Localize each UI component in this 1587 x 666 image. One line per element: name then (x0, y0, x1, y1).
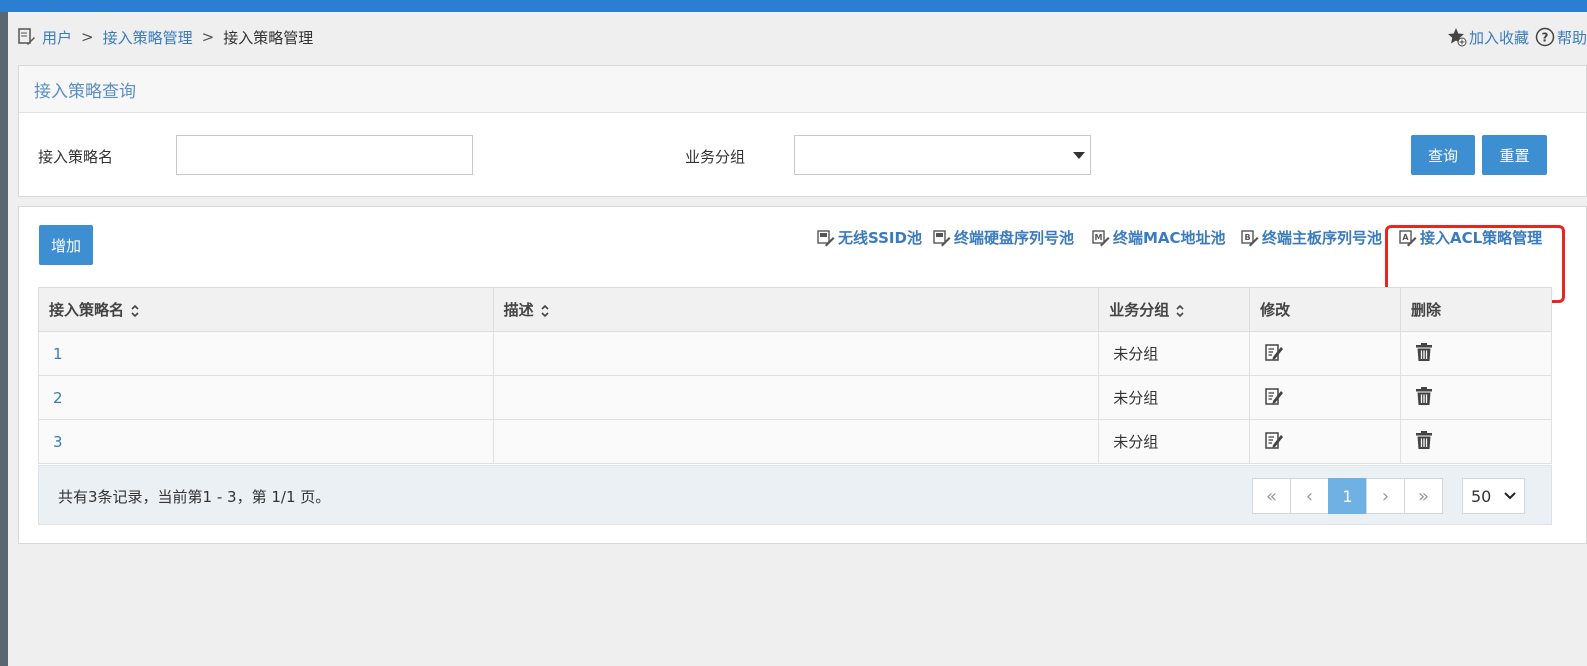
policy-name-link[interactable]: 2 (53, 389, 63, 407)
page-icon (18, 28, 36, 46)
edit-icon[interactable] (1264, 430, 1284, 450)
delete-cell (1400, 375, 1552, 420)
disk-serial-pool-label: 终端硬盘序列号池 (954, 229, 1075, 247)
add-button[interactable]: 增加 (39, 225, 93, 265)
group-cell: 未分组 (1098, 331, 1251, 376)
trash-icon[interactable] (1415, 342, 1433, 362)
reset-button[interactable]: 重置 (1482, 135, 1547, 175)
help-link[interactable]: ? 帮助 (1535, 27, 1587, 48)
sort-icon (541, 304, 549, 317)
table-row: 3 未分组 (38, 419, 1552, 464)
col-description[interactable]: 描述 (492, 287, 1100, 332)
star-icon (1447, 28, 1467, 47)
query-panel-title: 接入策略查询 (34, 81, 136, 102)
edit-icon[interactable] (1264, 342, 1284, 362)
disk-serial-pool-icon (933, 229, 953, 247)
edit-cell (1249, 331, 1402, 376)
policy-name-cell: 1 (38, 331, 494, 376)
delete-cell (1400, 331, 1552, 376)
board-serial-pool-label: 终端主板序列号池 (1262, 229, 1383, 247)
group-cell: 未分组 (1098, 375, 1251, 420)
edit-cell (1249, 375, 1402, 420)
ssid-pool-icon (817, 229, 837, 247)
ssid-pool-link[interactable]: 无线SSID池 (817, 227, 922, 248)
svg-text:?: ? (1542, 31, 1549, 45)
table-header-row: 接入策略名 描述 业务分组 修改 删除 (38, 287, 1552, 332)
group-select[interactable] (794, 135, 1091, 175)
col-delete: 删除 (1400, 287, 1552, 332)
breadcrumb-policy[interactable]: 接入策略管理 (103, 27, 193, 48)
left-strip (0, 12, 8, 666)
first-page-button[interactable]: « (1252, 478, 1291, 514)
record-info: 共有3条记录，当前第1 - 3，第 1/1 页。 (58, 488, 331, 506)
description-cell (492, 331, 1100, 376)
breadcrumb-current: 接入策略管理 (223, 28, 314, 47)
col-delete-label: 删除 (1411, 301, 1442, 319)
table-row: 1 未分组 (38, 331, 1552, 376)
board-serial-pool-link[interactable]: B 终端主板序列号池 (1241, 227, 1382, 248)
breadcrumb: 用户 > 接入策略管理 > 接入策略管理 (18, 26, 313, 48)
chevron-down-icon (1504, 492, 1516, 500)
top-links: 加入收藏 ? 帮助 (1441, 26, 1587, 48)
col-group-label: 业务分组 (1109, 301, 1170, 319)
sort-icon (131, 304, 139, 317)
col-policy-name[interactable]: 接入策略名 (38, 287, 494, 332)
search-button[interactable]: 查询 (1411, 135, 1475, 175)
policy-name-link[interactable]: 3 (53, 433, 63, 451)
board-serial-pool-icon: B (1241, 229, 1261, 247)
policy-name-cell: 3 (38, 419, 494, 464)
breadcrumb-user[interactable]: 用户 (42, 27, 72, 48)
help-icon: ? (1535, 27, 1555, 47)
breadcrumb-sep: > (81, 28, 94, 46)
main-content: 用户 > 接入策略管理 > 接入策略管理 加入收藏 ? 帮助 接入策略查询 接入… (8, 12, 1587, 666)
description-cell (492, 419, 1100, 464)
policy-name-cell: 2 (38, 375, 494, 420)
table-row: 2 未分组 (38, 375, 1552, 420)
mac-pool-link[interactable]: M 终端MAC地址池 (1092, 227, 1226, 248)
policy-name-link[interactable]: 1 (53, 345, 63, 363)
pagination: « ‹ 1 › » (1252, 478, 1443, 514)
list-panel: 增加 无线SSID池 终端硬盘序列号池 M 终端MAC地址池 B 终端主板序列号… (18, 206, 1587, 544)
ssid-pool-label: 无线SSID池 (838, 229, 922, 247)
query-panel: 接入策略查询 接入策略名 业务分组 查询 重置 (18, 65, 1587, 197)
svg-text:M: M (1095, 233, 1103, 242)
page-size-select[interactable]: 50 (1462, 478, 1525, 514)
delete-cell (1400, 419, 1552, 464)
dropdown-caret-icon (1073, 152, 1085, 159)
col-policy-name-label: 接入策略名 (49, 301, 125, 319)
col-edit-label: 修改 (1260, 301, 1291, 319)
col-group[interactable]: 业务分组 (1098, 287, 1251, 332)
last-page-button[interactable]: » (1404, 478, 1443, 514)
trash-icon[interactable] (1415, 386, 1433, 406)
col-edit: 修改 (1249, 287, 1402, 332)
policy-name-input[interactable] (176, 135, 473, 175)
table-footer: 共有3条记录，当前第1 - 3，第 1/1 页。 « ‹ 1 › » 50 (38, 465, 1552, 525)
breadcrumb-sep: > (201, 28, 215, 46)
prev-page-button[interactable]: ‹ (1290, 478, 1329, 514)
svg-text:B: B (1244, 233, 1250, 242)
policy-table: 接入策略名 描述 业务分组 修改 删除 1 未分组 2 未分组 3 未分组 (38, 287, 1552, 464)
current-page-button[interactable]: 1 (1328, 478, 1367, 514)
policy-name-label: 接入策略名 (38, 148, 114, 166)
mac-pool-icon: M (1092, 229, 1112, 247)
description-cell (492, 375, 1100, 420)
favorite-link[interactable]: 加入收藏 (1447, 27, 1529, 48)
trash-icon[interactable] (1415, 430, 1433, 450)
edit-icon[interactable] (1264, 386, 1284, 406)
help-label: 帮助 (1556, 28, 1587, 47)
disk-serial-pool-link[interactable]: 终端硬盘序列号池 (933, 227, 1074, 248)
favorite-label: 加入收藏 (1468, 28, 1529, 47)
group-label: 业务分组 (685, 148, 746, 166)
col-description-label: 描述 (503, 301, 534, 319)
next-page-button[interactable]: › (1366, 478, 1405, 514)
sort-icon (1176, 304, 1184, 317)
query-panel-header: 接入策略查询 (19, 66, 1586, 113)
mac-pool-label: 终端MAC地址池 (1113, 229, 1226, 247)
top-bar (0, 0, 1587, 12)
group-cell: 未分组 (1098, 419, 1251, 464)
query-row: 接入策略名 业务分组 查询 重置 (19, 135, 1586, 175)
page-size-value: 50 (1471, 486, 1492, 506)
edit-cell (1249, 419, 1402, 464)
